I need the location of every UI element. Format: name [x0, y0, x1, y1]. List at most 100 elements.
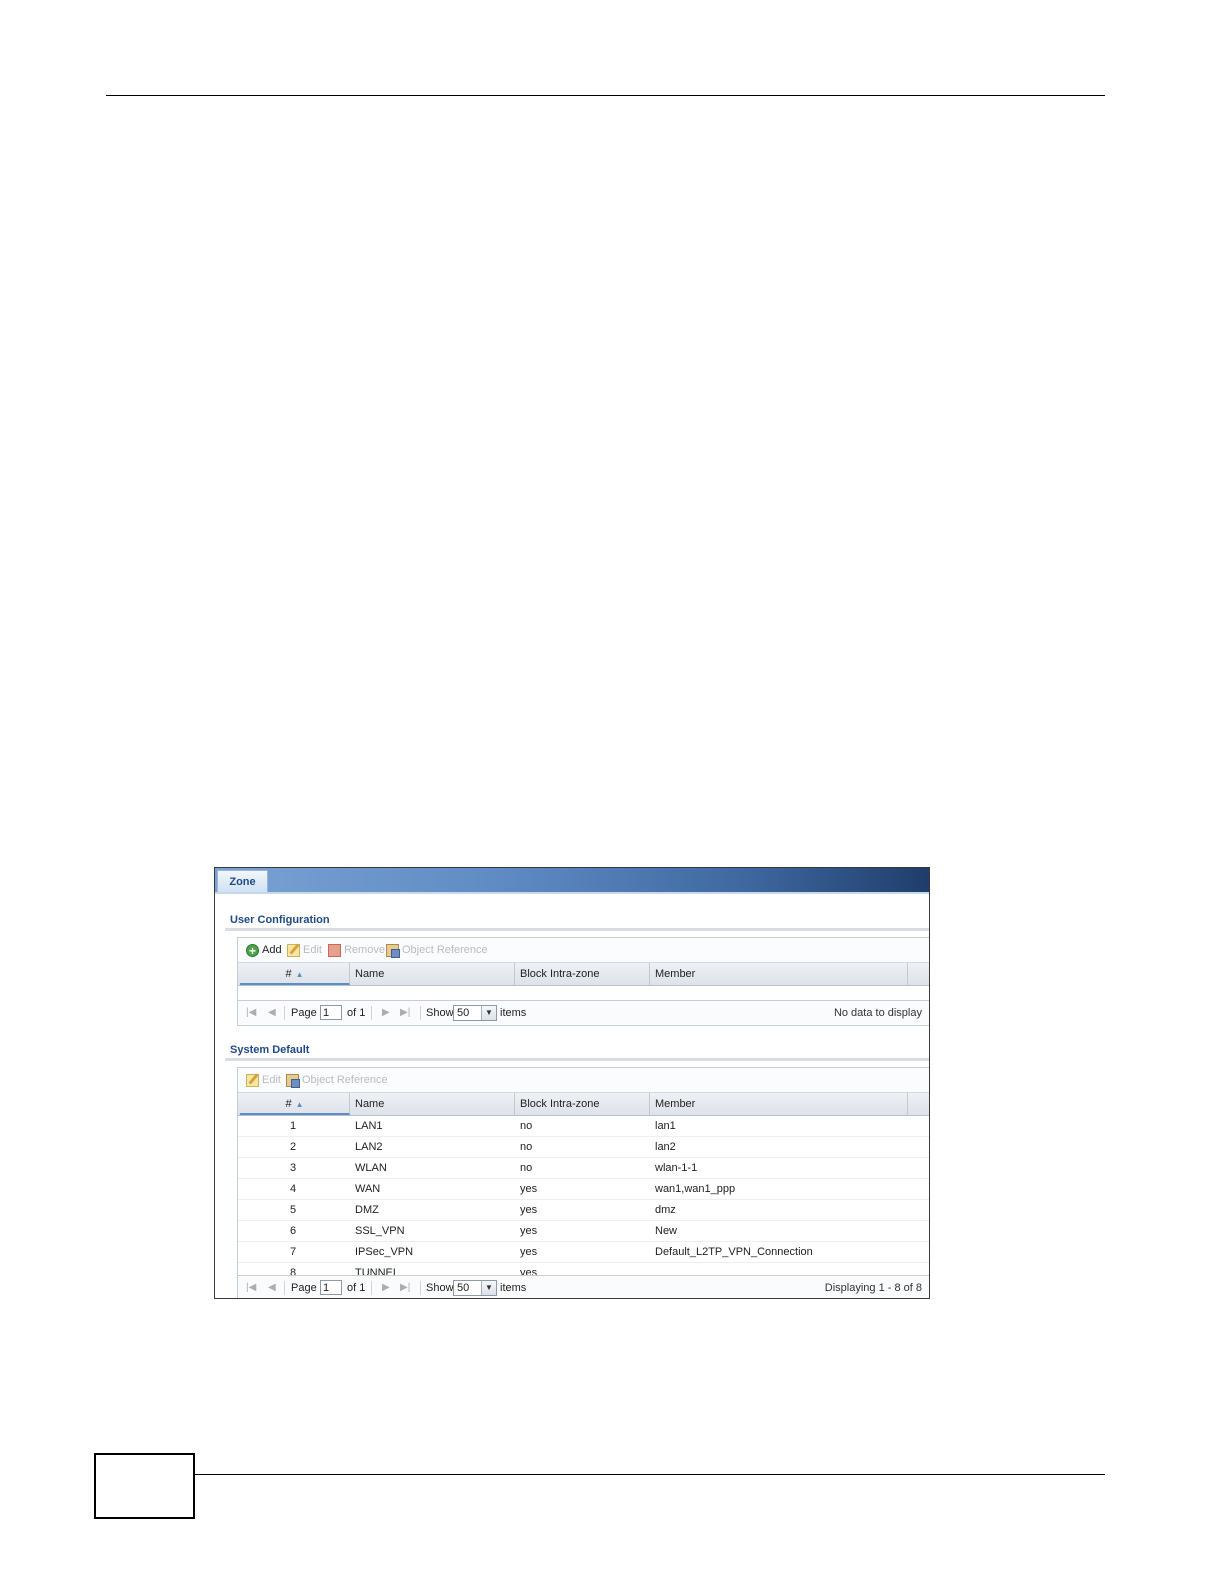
cell-number: 3 — [289, 1162, 297, 1174]
cell-name: IPSec_VPN — [355, 1246, 414, 1258]
section-divider — [225, 928, 929, 931]
cell-member: lan1 — [655, 1120, 676, 1132]
column-header-block-intra-zone[interactable]: Block Intra-zone — [515, 1093, 650, 1115]
prev-page-icon[interactable]: ◀ — [268, 1001, 276, 1025]
object-reference-icon — [286, 1073, 300, 1088]
column-header-number[interactable]: # ▲ — [240, 963, 350, 985]
section-divider — [225, 1058, 929, 1061]
pager-separator — [371, 1281, 372, 1295]
remove-icon — [328, 943, 341, 957]
system-default-title: System Default — [230, 1044, 310, 1056]
first-page-icon[interactable]: |◀ — [246, 1001, 256, 1025]
next-page-icon[interactable]: ▶ — [382, 1001, 390, 1025]
object-reference-icon — [386, 943, 400, 958]
cell-name: LAN2 — [355, 1141, 383, 1153]
column-header-block-intra-zone[interactable]: Block Intra-zone — [515, 963, 650, 985]
show-label: Show — [426, 1007, 454, 1019]
page-count-label: of 1 — [347, 1007, 366, 1019]
column-header-number-label: # — [285, 968, 292, 980]
table-row[interactable]: 5 DMZ yes dmz — [238, 1200, 929, 1221]
edit-label: Edit — [262, 1074, 281, 1086]
page-number-box — [94, 1453, 195, 1519]
page-number-input[interactable]: 1 — [320, 1280, 342, 1295]
system-default-pager: |◀ ◀ Page 1 of 1 ▶ ▶| Show 50 ▼ items Dis… — [238, 1275, 929, 1298]
pager-separator — [284, 1281, 285, 1295]
last-page-icon[interactable]: ▶| — [400, 1276, 410, 1298]
remove-button[interactable]: Remove — [328, 942, 385, 958]
column-header-number-label: # — [285, 1098, 292, 1110]
next-page-icon[interactable]: ▶ — [382, 1276, 390, 1298]
page-header-rule — [106, 95, 1105, 96]
table-row[interactable]: 4 WAN yes wan1,wan1_ppp — [238, 1179, 929, 1200]
system-default-table-body: 1 LAN1 no lan1 2 LAN2 no lan2 3 WLAN no wlan-1-1 4 WA… — [238, 1116, 929, 1284]
page-number-input[interactable]: 1 — [320, 1005, 342, 1020]
user-configuration-panel: Add Edit Remove Object Reference #▲ Name… — [237, 937, 929, 1026]
cell-number: 1 — [289, 1120, 297, 1132]
chevron-down-icon: ▼ — [481, 1281, 496, 1295]
cell-block-intra-zone: yes — [520, 1225, 538, 1237]
column-header-name[interactable]: Name — [350, 1093, 515, 1115]
remove-label: Remove — [344, 944, 385, 956]
cell-member: Default_L2TP_VPN_Connection — [655, 1246, 813, 1258]
prev-page-icon[interactable]: ◀ — [268, 1276, 276, 1298]
table-row[interactable]: 2 LAN2 no lan2 — [238, 1137, 929, 1158]
cell-member: wan1,wan1_ppp — [655, 1183, 736, 1195]
pager-status: Displaying 1 - 8 of 8 — [824, 1282, 922, 1294]
column-header-member[interactable]: Member — [650, 963, 908, 985]
add-icon — [246, 943, 259, 959]
items-per-page-value: 50 — [457, 1007, 470, 1019]
table-row[interactable]: 6 SSL_VPN yes New — [238, 1221, 929, 1242]
last-page-icon[interactable]: ▶| — [400, 1001, 410, 1025]
cell-block-intra-zone: yes — [520, 1246, 538, 1258]
zone-screen: Zone User Configuration Add Edit Remove … — [214, 867, 930, 1299]
cell-number: 4 — [289, 1183, 297, 1195]
cell-member: lan2 — [655, 1141, 676, 1153]
table-row[interactable]: 1 LAN1 no lan1 — [238, 1116, 929, 1137]
cell-block-intra-zone: no — [520, 1120, 533, 1132]
user-config-pager: |◀ ◀ Page 1 of 1 ▶ ▶| Show 50 ▼ items No … — [238, 1000, 929, 1025]
cell-member: New — [655, 1225, 678, 1237]
cell-name: WAN — [355, 1183, 381, 1195]
sort-ascending-icon: ▲ — [295, 1100, 304, 1109]
cell-number: 2 — [289, 1141, 297, 1153]
edit-button[interactable]: Edit — [287, 942, 322, 958]
object-reference-button[interactable]: Object Reference — [286, 1072, 388, 1088]
items-per-page-select[interactable]: 50 ▼ — [453, 1005, 497, 1021]
cell-name: LAN1 — [355, 1120, 383, 1132]
add-label: Add — [262, 944, 282, 956]
cell-member: dmz — [655, 1204, 676, 1216]
cell-block-intra-zone: no — [520, 1162, 533, 1174]
tab-zone[interactable]: Zone — [217, 870, 268, 892]
cell-block-intra-zone: no — [520, 1141, 533, 1153]
cell-block-intra-zone: yes — [520, 1183, 538, 1195]
add-button[interactable]: Add — [246, 942, 282, 959]
page-label: Page — [291, 1007, 317, 1019]
first-page-icon[interactable]: |◀ — [246, 1276, 256, 1298]
pager-separator — [420, 1281, 421, 1295]
pager-separator — [371, 1006, 372, 1020]
column-header-number[interactable]: # ▲ — [240, 1093, 350, 1115]
object-reference-button[interactable]: Object Reference — [386, 942, 488, 958]
edit-icon — [287, 943, 300, 957]
cell-number: 7 — [289, 1246, 297, 1258]
table-row[interactable]: 3 WLAN no wlan-1-1 — [238, 1158, 929, 1179]
system-default-table-header: # ▲ Name Block Intra-zone Member — [238, 1093, 929, 1116]
sort-ascending-icon: ▲ — [295, 970, 304, 979]
edit-button[interactable]: Edit — [246, 1072, 281, 1088]
cell-number: 6 — [289, 1225, 297, 1237]
table-row[interactable]: 7 IPSec_VPN yes Default_L2TP_VPN_Connection — [238, 1242, 929, 1263]
edit-label: Edit — [303, 944, 322, 956]
column-header-name[interactable]: Name — [350, 963, 515, 985]
cell-name: SSL_VPN — [355, 1225, 405, 1237]
edit-icon — [246, 1073, 259, 1087]
window-titlebar: Zone — [215, 868, 929, 894]
column-header-member[interactable]: Member — [650, 1093, 908, 1115]
cell-name: WLAN — [355, 1162, 387, 1174]
user-config-toolbar: Add Edit Remove Object Reference — [238, 938, 929, 963]
page-count-label: of 1 — [347, 1282, 366, 1294]
object-reference-label: Object Reference — [302, 1074, 388, 1086]
user-configuration-title: User Configuration — [230, 914, 330, 926]
user-config-table-header: # ▲ Name Block Intra-zone Member — [238, 963, 929, 986]
cell-name: DMZ — [355, 1204, 379, 1216]
items-per-page-select[interactable]: 50 ▼ — [453, 1280, 497, 1296]
